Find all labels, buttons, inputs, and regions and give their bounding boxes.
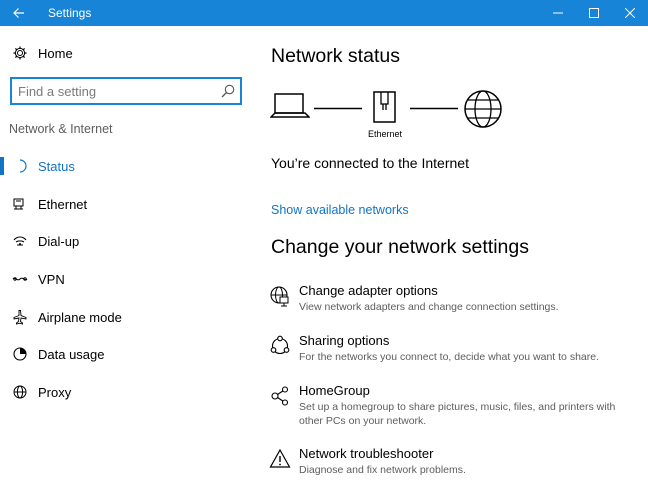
ethernet-icon	[13, 198, 24, 210]
laptop-icon	[270, 93, 310, 118]
option-description: Diagnose and fix network problems.	[299, 464, 466, 476]
sidebar-item-label: Airplane mode	[38, 309, 122, 325]
option-title: Change adapter options	[299, 283, 438, 298]
minimize-button[interactable]	[540, 0, 576, 26]
window-title: Settings	[48, 6, 92, 20]
sidebar-item-label: Status	[38, 158, 75, 174]
sharing-icon	[270, 335, 290, 355]
sidebar-item-home[interactable]: Home	[0, 35, 252, 71]
back-button[interactable]	[0, 0, 38, 26]
network-troubleshooter-item[interactable]: Network troubleshooter Diagnose and fix …	[269, 446, 639, 482]
dialup-icon	[13, 236, 27, 246]
option-title: Sharing options	[299, 333, 390, 348]
sidebar: Home Network & Internet Status Ethernet …	[0, 26, 252, 483]
homegroup-icon	[271, 386, 289, 406]
option-description: Set up a homegroup to share pictures, mu…	[299, 401, 616, 427]
minimize-icon	[553, 12, 563, 14]
sidebar-item-dialup[interactable]: Dial-up	[0, 223, 252, 259]
search-input[interactable]	[18, 82, 214, 100]
warning-icon	[269, 448, 291, 468]
homegroup-item[interactable]: HomeGroup Set up a homegroup to share pi…	[269, 383, 639, 431]
airplane-icon	[13, 310, 27, 325]
network-diagram: Ethernet	[270, 86, 510, 146]
back-arrow-icon	[13, 8, 24, 18]
sidebar-item-label: VPN	[38, 271, 65, 287]
change-adapter-options-item[interactable]: Change adapter options View network adap…	[269, 283, 639, 319]
proxy-icon	[13, 385, 27, 399]
connection-line	[314, 107, 362, 110]
sidebar-item-label: Ethernet	[38, 196, 88, 212]
show-available-networks-link[interactable]: Show available networks	[271, 203, 409, 217]
maximize-button[interactable]	[576, 0, 612, 26]
sidebar-item-airplane-mode[interactable]: Airplane mode	[0, 299, 252, 335]
search-icon[interactable]	[220, 83, 236, 99]
gear-icon	[13, 46, 27, 60]
ethernet-adapter-icon	[373, 91, 396, 123]
main-content: Network status Ethernet You’re connected…	[252, 26, 648, 483]
sidebar-item-ethernet[interactable]: Ethernet	[0, 186, 252, 222]
sidebar-item-proxy[interactable]: Proxy	[0, 374, 252, 410]
sidebar-item-data-usage[interactable]: Data usage	[0, 336, 252, 372]
close-button[interactable]	[612, 0, 648, 26]
globe-icon	[464, 90, 502, 128]
option-title: Network troubleshooter	[299, 446, 434, 461]
data-usage-icon	[13, 347, 27, 361]
adapter-globe-icon	[270, 286, 289, 307]
section-title: Change your network settings	[271, 236, 529, 258]
search-box[interactable]	[10, 77, 242, 105]
sidebar-item-label: Data usage	[38, 346, 105, 362]
status-icon	[19, 159, 27, 173]
option-description: View network adapters and change connect…	[299, 301, 559, 313]
page-title: Network status	[271, 45, 400, 67]
sidebar-item-label: Proxy	[38, 384, 72, 400]
close-icon	[625, 8, 635, 18]
sidebar-item-label: Dial-up	[38, 233, 80, 249]
maximize-icon	[589, 8, 599, 18]
sidebar-item-status[interactable]: Status	[0, 148, 252, 184]
vpn-icon	[12, 277, 28, 281]
sharing-options-item[interactable]: Sharing options For the networks you con…	[269, 333, 639, 369]
adapter-label: Ethernet	[368, 129, 403, 139]
option-title: HomeGroup	[299, 383, 370, 398]
option-description: For the networks you connect to, decide …	[299, 351, 599, 363]
sidebar-item-label: Home	[38, 45, 73, 61]
sidebar-item-vpn[interactable]: VPN	[0, 261, 252, 297]
connection-status-text: You’re connected to the Internet	[271, 155, 469, 171]
section-header: Network & Internet	[9, 122, 113, 136]
connection-line	[410, 107, 458, 110]
title-bar: Settings	[0, 0, 648, 26]
